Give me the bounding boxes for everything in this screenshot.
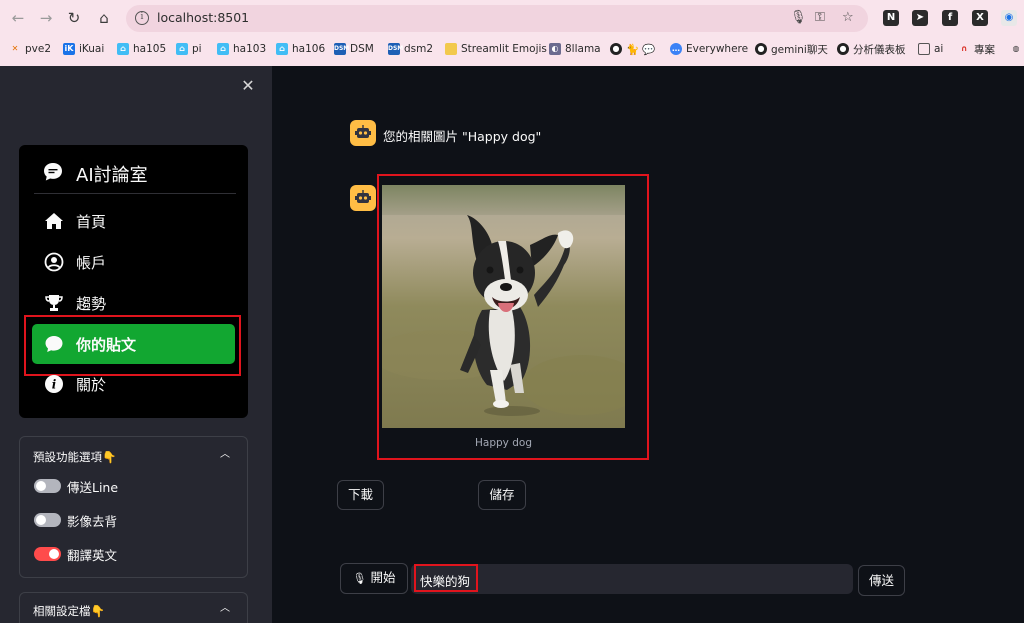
svg-text:i: i: [52, 378, 57, 392]
menu-item-label: 首頁: [76, 213, 107, 231]
robot-icon: [355, 125, 371, 138]
menu-item-label: 關於: [76, 376, 107, 394]
telegram-extension-icon[interactable]: ➤: [912, 10, 928, 26]
password-key-icon[interactable]: ⚿: [815, 10, 825, 25]
folder-icon: [445, 43, 457, 55]
bookmark-faded-icons: 🐈 💬: [626, 43, 656, 56]
bookmark-gemini[interactable]: ● gemini聊天: [755, 41, 828, 57]
github-icon: ●: [610, 43, 622, 55]
person-circle-icon: [44, 252, 64, 272]
bookmark-everywhere[interactable]: … Everywhere: [670, 41, 748, 57]
chevron-up-icon[interactable]: ︿: [219, 603, 231, 615]
bookmark-ha103[interactable]: ⌂ ha103: [217, 41, 266, 57]
toggle-label: 影像去背: [67, 514, 118, 529]
save-button[interactable]: 儲存: [478, 480, 526, 510]
bookmark-dsm[interactable]: DSM DSM: [334, 41, 374, 57]
address-url[interactable]: localhost:8501: [157, 10, 249, 25]
bookmark-ha105[interactable]: ⌂ ha105: [117, 41, 166, 57]
ikuai-icon: iK: [63, 43, 75, 55]
menu-divider: [34, 193, 236, 194]
bookmark-ikuai[interactable]: iK iKuai: [63, 41, 104, 57]
toggle-label: 翻譯英文: [67, 548, 118, 563]
bookmark-dsm2[interactable]: DSM dsm2: [388, 41, 433, 57]
bookmark-github[interactable]: ● 🐈 💬: [610, 41, 656, 57]
proxmox-icon: ✕: [11, 44, 19, 53]
microphone-icon: 🎙: [352, 572, 367, 585]
bookmark-streamlit-emojis[interactable]: Streamlit Emojis: [445, 41, 547, 57]
menu-item-account[interactable]: 帳戶: [32, 242, 235, 282]
menu-title-label: AI討論室: [76, 165, 148, 186]
back-icon[interactable]: ←: [7, 7, 29, 29]
expander-title[interactable]: 預設功能選項👇: [33, 449, 116, 465]
globe-icon: ◍: [1012, 44, 1020, 53]
bookmark-dashboard[interactable]: ● 分析儀表板: [837, 41, 906, 57]
bookmark-ai[interactable]: ai: [918, 41, 943, 57]
robot-icon: [355, 190, 371, 203]
home-assistant-icon: ⌂: [176, 43, 188, 55]
folder-icon: [918, 43, 930, 55]
menu-item-about[interactable]: i 關於: [32, 364, 235, 404]
dsm-icon: DSM: [388, 43, 403, 55]
bookmark-pve2[interactable]: ✕ pve2: [9, 41, 51, 57]
menu-item-label: 帳戶: [76, 254, 107, 272]
notion-extension-icon[interactable]: N: [883, 10, 899, 26]
toggle-switch[interactable]: [34, 547, 61, 561]
home-assistant-icon: ⌂: [276, 43, 288, 55]
highlight-box-input: [414, 564, 478, 592]
bookmark-8llama[interactable]: ◐ 8llama: [549, 41, 601, 57]
bookmark-star-icon[interactable]: ☆: [842, 10, 854, 25]
github-icon: ●: [755, 43, 767, 55]
send-button[interactable]: 傳送: [858, 565, 905, 596]
toggle-switch[interactable]: [34, 479, 61, 493]
microphone-icon[interactable]: 🎙: [790, 10, 807, 25]
home-assistant-icon: ⌂: [117, 43, 129, 55]
bot-avatar: [350, 185, 376, 211]
chat-message: 您的相關圖片 "Happy dog": [383, 129, 542, 144]
bookmark-pi[interactable]: ⌂ pi: [176, 41, 202, 57]
chevron-up-icon[interactable]: ︿: [219, 449, 231, 461]
info-icon: i: [45, 375, 63, 393]
toggle-switch[interactable]: [34, 513, 61, 527]
toggle-label: 傳送Line: [67, 480, 119, 495]
chat-bubble-icon: [44, 163, 62, 181]
download-button[interactable]: 下載: [337, 480, 384, 510]
dsm-icon: DSM: [334, 43, 349, 55]
highlight-box-image: [377, 174, 649, 460]
chat-icon: …: [670, 43, 682, 55]
bookmark-ha106[interactable]: ⌂ ha106: [276, 41, 325, 57]
address-bar[interactable]: i localhost:8501 🎙 ⚿ ☆: [126, 5, 868, 32]
menu-item-label: 趨勢: [76, 295, 107, 313]
bot-avatar: [350, 120, 376, 146]
excel-extension-icon[interactable]: X: [972, 10, 988, 26]
llama-icon: ◐: [549, 43, 561, 55]
github-icon: ●: [837, 43, 849, 55]
browser-toolbar: ← → ↻ ⌂ i localhost:8501 🎙 ⚿ ☆ N ➤ f X ◉: [0, 0, 1024, 36]
arc-icon: ∩: [960, 44, 968, 53]
extension-icon[interactable]: f: [942, 10, 958, 26]
expander-title[interactable]: 相關設定檔👇: [33, 603, 105, 619]
bookmarks-bar: ✕ pve2 iK iKuai ⌂ ha105 ⌂ pi ⌂ ha103 ⌂ ha106 D…: [0, 37, 1024, 61]
trophy-icon: [45, 295, 63, 311]
home-icon[interactable]: ⌂: [93, 7, 115, 29]
mic-start-label: 開始: [370, 570, 396, 585]
bookmark-projects[interactable]: ∩ 專案: [958, 41, 995, 57]
home-assistant-icon: ⌂: [217, 43, 229, 55]
mic-start-button[interactable]: 🎙 開始: [340, 563, 408, 594]
menu-item-home[interactable]: 首頁: [32, 201, 235, 241]
browser-chrome: ← → ↻ ⌂ i localhost:8501 🎙 ⚿ ☆ N ➤ f X ◉…: [0, 0, 1024, 66]
close-sidebar-icon[interactable]: ✕: [239, 77, 257, 95]
site-info-icon[interactable]: i: [135, 11, 149, 25]
bookmark-globe[interactable]: ◍: [1010, 41, 1022, 57]
reload-icon[interactable]: ↻: [63, 7, 85, 29]
house-icon: [45, 213, 63, 229]
forward-icon[interactable]: →: [35, 7, 57, 29]
chrome-extension-icon[interactable]: ◉: [1001, 10, 1017, 26]
